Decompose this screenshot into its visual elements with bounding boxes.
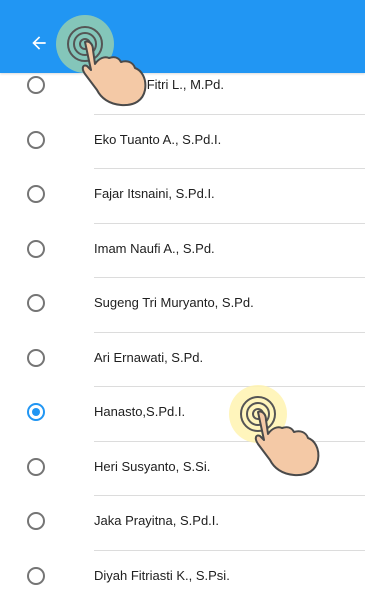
list-item[interactable]: Hanasto,S.Pd.I. (0, 387, 365, 442)
teacher-name: Imam Naufi A., S.Pd. (94, 240, 215, 256)
radio-button[interactable] (27, 76, 45, 94)
teacher-list: Irmawati Fitri L., M.Pd. Eko Tuanto A., … (0, 60, 365, 598)
radio-button[interactable] (27, 566, 45, 585)
list-item[interactable]: Ari Ernawati, S.Pd. (0, 333, 365, 387)
teacher-name: Diyah Fitriasti K., S.Psi. (94, 567, 230, 583)
radio-button-selected[interactable] (27, 403, 45, 421)
radio-button[interactable] (27, 185, 45, 203)
teacher-name: Fajar Itsnaini, S.Pd.I. (94, 186, 215, 201)
teacher-name: Irmawati Fitri L., M.Pd. (94, 77, 225, 92)
list-item[interactable]: Imam Naufi A., S.Pd. (0, 224, 365, 278)
list-item[interactable]: Fajar Itsnaini, S.Pd.I. (0, 169, 365, 224)
radio-button[interactable] (27, 294, 45, 312)
radio-button[interactable] (27, 457, 45, 476)
arrow-left-icon (32, 36, 46, 50)
radio-button[interactable] (27, 130, 45, 149)
radio-button[interactable] (27, 348, 45, 367)
teacher-name: Hanasto,S.Pd.I. (94, 404, 186, 419)
radio-button[interactable] (27, 512, 45, 530)
list-item[interactable]: Sugeng Tri Muryanto, S.Pd. (0, 278, 365, 333)
teacher-name: Heri Susyanto, S.Si. (94, 458, 211, 474)
radio-button[interactable] (27, 239, 45, 258)
teacher-name: Sugeng Tri Muryanto, S.Pd. (94, 295, 254, 310)
back-button[interactable] (24, 28, 54, 58)
list-item[interactable]: Heri Susyanto, S.Si. (0, 442, 365, 496)
list-item[interactable]: Jaka Prayitna, S.Pd.I. (0, 496, 365, 551)
teacher-name: Eko Tuanto A., S.Pd.I. (94, 131, 222, 147)
teacher-picker-screen: Irmawati Fitri L., M.Pd. Eko Tuanto A., … (0, 0, 365, 598)
teacher-name: Jaka Prayitna, S.Pd.I. (94, 513, 220, 528)
app-toolbar (0, 0, 365, 73)
list-item[interactable]: Diyah Fitriasti K., S.Psi. (0, 551, 365, 598)
teacher-name: Ari Ernawati, S.Pd. (94, 349, 204, 365)
list-item[interactable]: Eko Tuanto A., S.Pd.I. (0, 115, 365, 169)
